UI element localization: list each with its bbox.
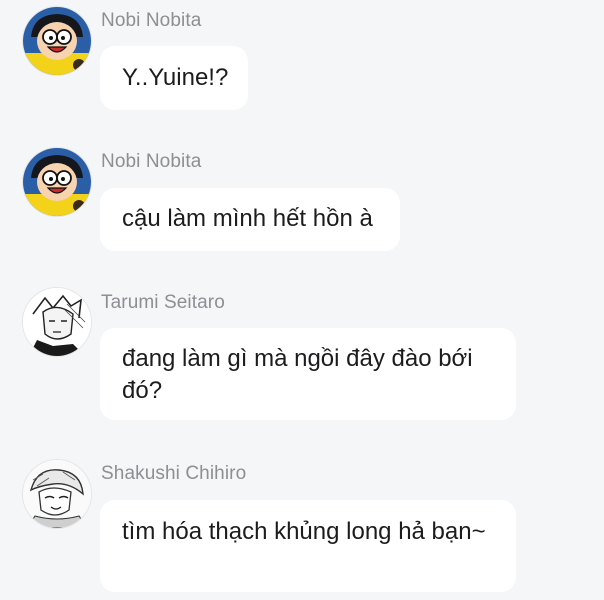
message-bubble[interactable]: đang làm gì mà ngồi đây đào bới đó?	[100, 328, 516, 420]
chat-thread: Nobi Nobita Y..Yuine!? Nobi Nobita cậu l…	[0, 0, 604, 600]
message-text: Y..Yuine!?	[122, 64, 229, 91]
message-text: cậu làm mình hết hồn à	[122, 205, 373, 232]
message-bubble[interactable]: tìm hóa thạch khủng long hả bạn~	[100, 500, 516, 592]
sender-name: Shakushi Chihiro	[101, 463, 247, 484]
sender-name: Nobi Nobita	[101, 10, 202, 31]
nobita-avatar[interactable]	[23, 7, 91, 75]
message-text: đang làm gì mà ngồi đây đào bới đó?	[122, 345, 473, 404]
chihiro-avatar[interactable]	[23, 460, 91, 528]
sender-name: Nobi Nobita	[101, 151, 202, 172]
tarumi-avatar[interactable]	[23, 288, 91, 356]
message-bubble[interactable]: cậu làm mình hết hồn à	[100, 188, 400, 251]
sender-name: Tarumi Seitaro	[101, 292, 225, 313]
message-bubble[interactable]: Y..Yuine!?	[100, 46, 248, 110]
message-text: tìm hóa thạch khủng long hả bạn~	[122, 518, 486, 545]
nobita-avatar[interactable]	[23, 148, 91, 216]
